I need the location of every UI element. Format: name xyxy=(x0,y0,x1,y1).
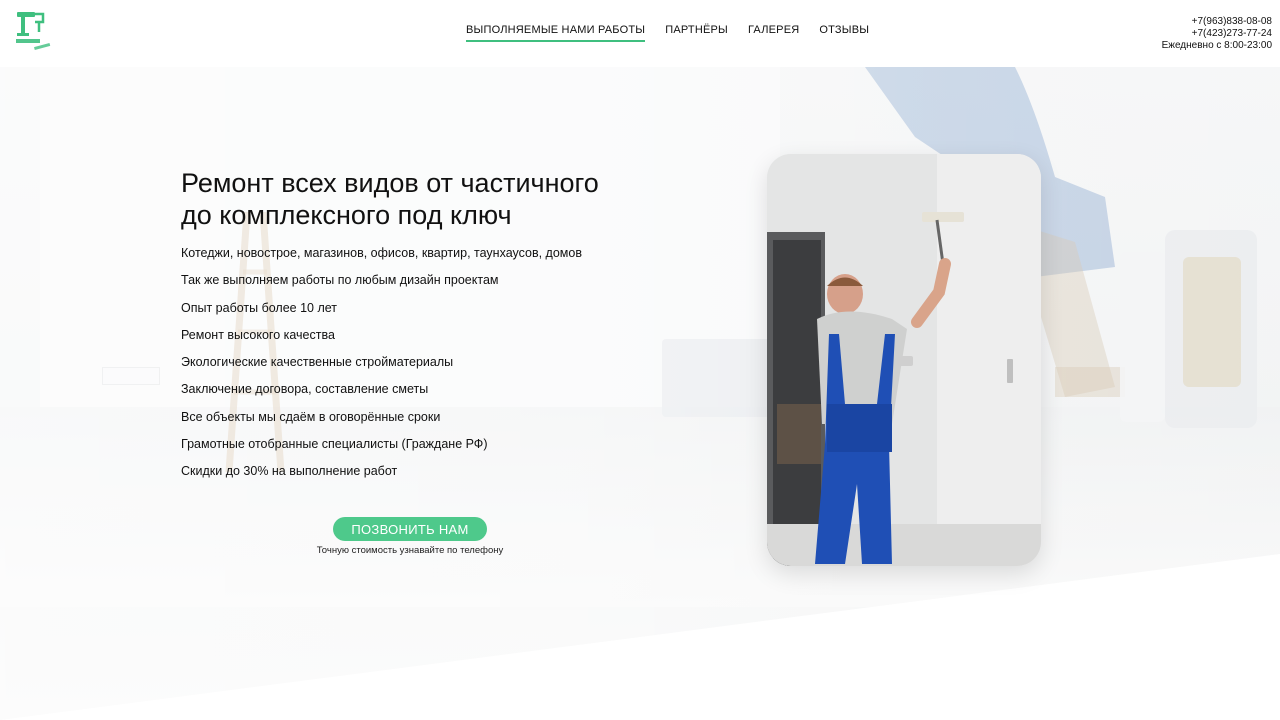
cta-note: Точную стоимость узнавайте по телефону xyxy=(316,545,504,556)
main-nav: ВЫПОЛНЯЕМЫЕ НАМИ РАБОТЫ ПАРТНЁРЫ ГАЛЕРЕЯ… xyxy=(466,24,869,42)
page-title: Ремонт всех видов от частичного до компл… xyxy=(181,167,651,231)
list-item: Скидки до 30% на выполнение работ xyxy=(181,464,398,479)
list-item: Ремонт высокого качества xyxy=(181,327,335,342)
title-line-1: Ремонт всех видов от частичного xyxy=(181,168,599,198)
logo-icon[interactable] xyxy=(14,10,54,54)
working-hours: Ежедневно с 8:00-23:00 xyxy=(1161,40,1272,51)
site-header: ВЫПОЛНЯЕМЫЕ НАМИ РАБОТЫ ПАРТНЁРЫ ГАЛЕРЕЯ… xyxy=(0,0,1280,67)
title-line-2: до комплексного под ключ xyxy=(181,200,512,230)
list-item: Опыт работы более 10 лет xyxy=(181,300,338,315)
list-item: Все объекты мы сдаём в оговорённые сроки xyxy=(181,409,441,424)
nav-item-gallery[interactable]: ГАЛЕРЕЯ xyxy=(748,24,799,42)
phone-link-1[interactable]: +7(963)838-08-08 xyxy=(1162,16,1272,28)
call-us-button[interactable]: ПОЗВОНИТЬ НАМ xyxy=(333,517,487,541)
list-item: Так же выполняем работы по любым дизайн … xyxy=(181,273,499,288)
phone-link-2[interactable]: +7(423)273-77-24 xyxy=(1162,28,1272,40)
nav-item-partners[interactable]: ПАРТНЁРЫ xyxy=(665,24,728,42)
painter-photo xyxy=(767,154,1041,566)
nav-item-reviews[interactable]: ОТЗЫВЫ xyxy=(819,24,869,42)
list-item: Котеджи, новострое, магазинов, офисов, к… xyxy=(181,246,582,260)
nav-item-works[interactable]: ВЫПОЛНЯЕМЫЕ НАМИ РАБОТЫ xyxy=(466,24,646,42)
hero-section: Ремонт всех видов от частичного до компл… xyxy=(0,67,1280,720)
list-item: Грамотные отобранные специалисты (Гражда… xyxy=(181,437,488,452)
contacts-block: +7(963)838-08-08 +7(423)273-77-24 Ежедне… xyxy=(1162,16,1272,52)
list-item: Экологические качественные стройматериал… xyxy=(181,355,454,370)
features-list: Котеджи, новострое, магазинов, офисов, к… xyxy=(181,246,582,492)
list-item: Заключение договора, составление сметы xyxy=(181,382,429,397)
